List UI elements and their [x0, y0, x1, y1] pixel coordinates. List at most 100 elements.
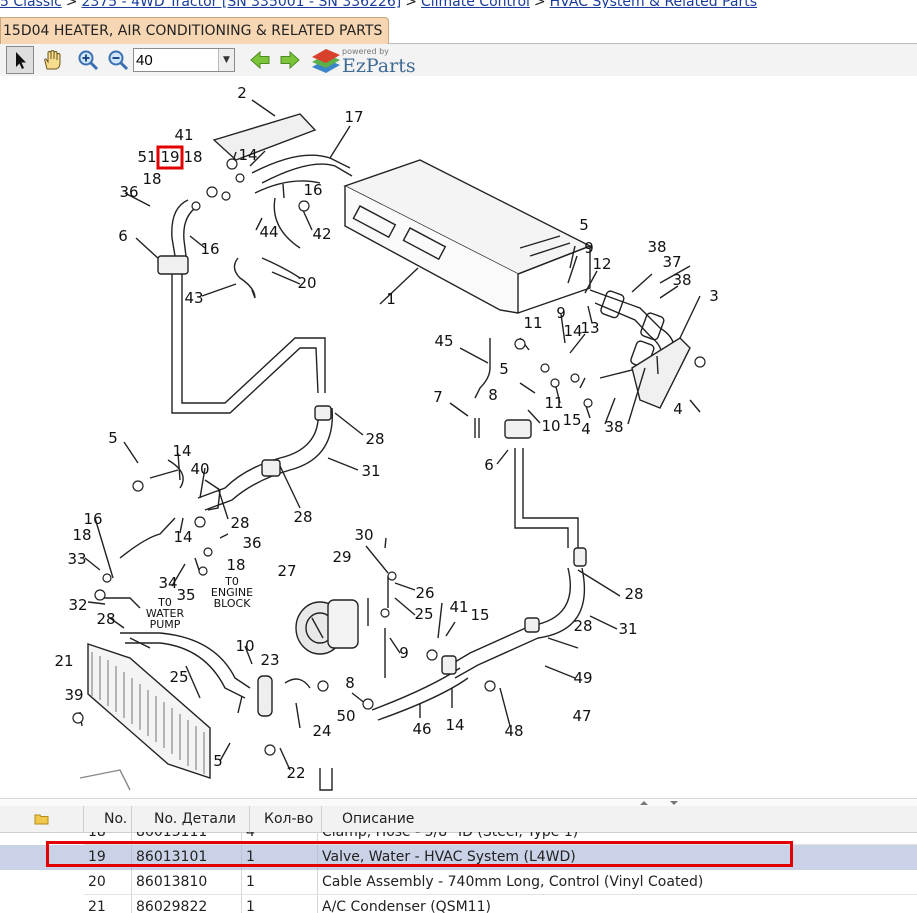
zoom-out-button[interactable]: [104, 46, 132, 74]
callout-45[interactable]: 45: [434, 332, 453, 350]
callout-28c[interactable]: 28: [230, 514, 249, 532]
callout-1[interactable]: 1: [386, 290, 396, 308]
forward-button[interactable]: [276, 46, 304, 74]
callout-14d[interactable]: 14: [173, 528, 192, 546]
callout-5d[interactable]: 5: [213, 752, 223, 770]
column-header-description[interactable]: Описание: [322, 806, 917, 832]
callout-40[interactable]: 40: [190, 460, 209, 478]
callout-39[interactable]: 39: [64, 686, 83, 704]
callout-14b[interactable]: 14: [563, 322, 582, 340]
callout-11[interactable]: 11: [523, 314, 542, 332]
callout-36[interactable]: 36: [119, 183, 138, 201]
callout-18[interactable]: 18: [183, 148, 202, 166]
column-header-quantity[interactable]: Кол-во: [250, 806, 322, 832]
zoom-level-input[interactable]: [136, 50, 218, 70]
callout-15[interactable]: 15: [562, 411, 581, 429]
zoom-dropdown-button[interactable]: ▼: [218, 49, 234, 71]
pointer-tool-button[interactable]: [6, 46, 34, 74]
breadcrumb-link-hvac-system[interactable]: HVAC System & Related Parts: [550, 0, 757, 8]
callout-9c[interactable]: 9: [399, 644, 409, 662]
callout-29[interactable]: 29: [332, 548, 351, 566]
callout-51[interactable]: 51: [137, 148, 156, 166]
breadcrumb-link-tractor[interactable]: 2375 - 4WD Tractor [SN 335001 - SN 33622…: [82, 0, 402, 8]
column-header-part-number[interactable]: No. Детали: [132, 806, 250, 832]
callout-14e[interactable]: 14: [445, 716, 464, 734]
callout-25b[interactable]: 25: [169, 668, 188, 686]
callout-5b[interactable]: 5: [499, 360, 509, 378]
callout-5c[interactable]: 5: [108, 429, 118, 447]
callout-5[interactable]: 5: [579, 216, 589, 234]
callout-41b[interactable]: 41: [449, 598, 468, 616]
callout-36b[interactable]: 36: [242, 534, 261, 552]
callout-27[interactable]: 27: [277, 562, 296, 580]
zoom-level-select[interactable]: ▼: [133, 48, 235, 72]
callout-28b[interactable]: 28: [293, 508, 312, 526]
callout-2[interactable]: 2: [237, 84, 247, 102]
callout-12[interactable]: 12: [592, 255, 611, 273]
callout-4b[interactable]: 4: [673, 400, 683, 418]
callout-35[interactable]: 35: [176, 586, 195, 604]
callout-38c[interactable]: 38: [604, 418, 623, 436]
callout-8[interactable]: 8: [488, 386, 498, 404]
callout-44[interactable]: 44: [259, 223, 278, 241]
callout-6[interactable]: 6: [118, 227, 128, 245]
breadcrumb-link-climate-control[interactable]: Climate Control: [421, 0, 530, 8]
callout-6b[interactable]: 6: [484, 456, 494, 474]
callout-38b[interactable]: 38: [672, 271, 691, 289]
callout-46[interactable]: 46: [412, 720, 431, 738]
callout-47[interactable]: 47: [572, 707, 591, 725]
column-header-no[interactable]: No.: [84, 806, 132, 832]
callout-42[interactable]: 42: [312, 225, 331, 243]
callout-28e[interactable]: 28: [624, 585, 643, 603]
callout-10b[interactable]: 10: [235, 637, 254, 655]
callout-43[interactable]: 43: [184, 289, 203, 307]
table-row[interactable]: 20 86013810 1 Cable Assembly - 740mm Lon…: [0, 870, 917, 895]
callout-31[interactable]: 31: [361, 462, 380, 480]
callout-19[interactable]: 19: [160, 148, 179, 166]
callout-28d[interactable]: 28: [96, 610, 115, 628]
parts-diagram[interactable]: 2 17 41 51 19 18 14 18 16 36 6 16 44 42 …: [0, 78, 917, 798]
callout-14[interactable]: 14: [238, 146, 257, 164]
callout-22[interactable]: 22: [286, 764, 305, 782]
tab-heater-ac-parts[interactable]: 15D04 HEATER, AIR CONDITIONING & RELATED…: [0, 17, 390, 44]
back-button[interactable]: [246, 46, 274, 74]
callout-26[interactable]: 26: [415, 584, 434, 602]
callout-14c[interactable]: 14: [172, 442, 191, 460]
callout-11b[interactable]: 11: [544, 394, 563, 412]
callout-37[interactable]: 37: [662, 253, 681, 271]
callout-16[interactable]: 16: [303, 181, 322, 199]
callout-25[interactable]: 25: [414, 605, 433, 623]
column-header-icon[interactable]: [0, 806, 84, 832]
callout-9b[interactable]: 9: [556, 304, 566, 322]
callout-20[interactable]: 20: [297, 274, 316, 292]
callout-13[interactable]: 13: [580, 319, 599, 337]
zoom-in-button[interactable]: [74, 46, 102, 74]
callout-18d[interactable]: 18: [226, 556, 245, 574]
table-row[interactable]: 21 86029822 1 A/C Condenser (QSM11): [0, 895, 917, 913]
callout-23[interactable]: 23: [260, 651, 279, 669]
callout-41[interactable]: 41: [174, 126, 193, 144]
callout-3[interactable]: 3: [709, 287, 719, 305]
callout-7[interactable]: 7: [433, 388, 443, 406]
callout-28[interactable]: 28: [365, 430, 384, 448]
callout-4[interactable]: 4: [581, 420, 591, 438]
callout-33[interactable]: 33: [67, 550, 86, 568]
callout-8b[interactable]: 8: [345, 674, 355, 692]
callout-34[interactable]: 34: [158, 574, 177, 592]
callout-50[interactable]: 50: [336, 707, 355, 725]
pan-tool-button[interactable]: [38, 46, 66, 74]
callout-17[interactable]: 17: [344, 108, 363, 126]
breadcrumb-link-model-series[interactable]: 5 Classic: [0, 0, 62, 8]
callout-30[interactable]: 30: [354, 526, 373, 544]
callout-21[interactable]: 21: [54, 652, 73, 670]
callout-32[interactable]: 32: [68, 596, 87, 614]
callout-18b[interactable]: 18: [142, 170, 161, 188]
callout-48[interactable]: 48: [504, 722, 523, 740]
callout-16b[interactable]: 16: [200, 240, 219, 258]
callout-18c[interactable]: 18: [72, 526, 91, 544]
callout-31b[interactable]: 31: [618, 620, 637, 638]
callout-49[interactable]: 49: [573, 669, 592, 687]
callout-10[interactable]: 10: [541, 417, 560, 435]
callout-24[interactable]: 24: [312, 722, 331, 740]
callout-15b[interactable]: 15: [470, 606, 489, 624]
